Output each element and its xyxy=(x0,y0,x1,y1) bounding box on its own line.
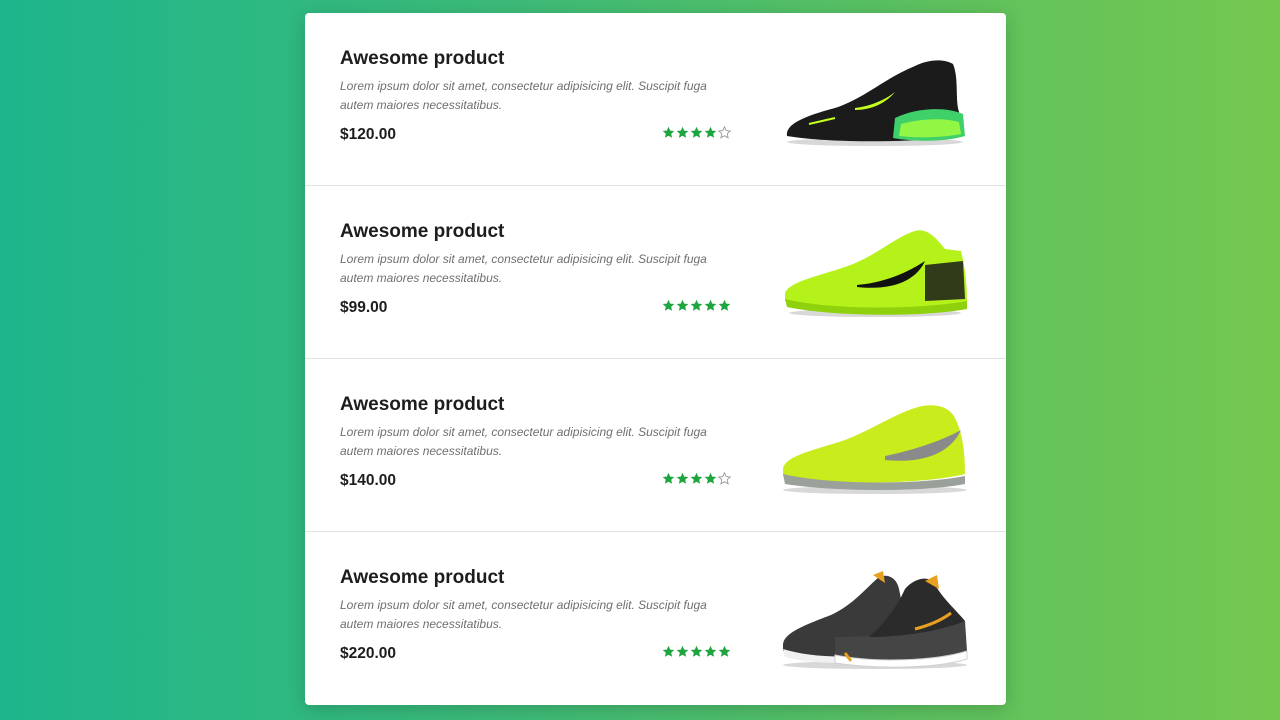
product-item[interactable]: Awesome product Lorem ipsum dolor sit am… xyxy=(305,186,1006,359)
star-filled-icon xyxy=(662,299,675,311)
star-filled-icon xyxy=(690,299,703,311)
star-filled-icon xyxy=(704,299,717,311)
product-price: $140.00 xyxy=(340,472,397,489)
rating-stars xyxy=(662,126,731,139)
star-filled-icon xyxy=(676,299,689,311)
star-filled-icon xyxy=(704,472,717,484)
product-item[interactable]: Awesome product Lorem ipsum dolor sit am… xyxy=(305,359,1006,532)
product-title[interactable]: Awesome product xyxy=(340,567,504,589)
shoe-image[interactable] xyxy=(775,48,975,158)
star-filled-icon xyxy=(676,126,689,138)
star-filled-icon xyxy=(662,126,675,138)
star-filled-icon xyxy=(704,126,717,138)
star-filled-icon xyxy=(718,645,731,657)
star-filled-icon xyxy=(676,472,689,484)
product-list-card: Awesome product Lorem ipsum dolor sit am… xyxy=(305,13,1006,705)
product-description: Lorem ipsum dolor sit amet, consectetur … xyxy=(340,598,707,631)
shoe-image[interactable] xyxy=(775,221,975,331)
rating-stars xyxy=(662,645,731,658)
product-price: $99.00 xyxy=(340,299,388,316)
shoe-image[interactable] xyxy=(775,394,975,504)
star-filled-icon xyxy=(704,645,717,657)
star-filled-icon xyxy=(662,645,675,657)
product-title[interactable]: Awesome product xyxy=(340,48,504,70)
star-filled-icon xyxy=(718,299,731,311)
product-description: Lorem ipsum dolor sit amet, consectetur … xyxy=(340,425,707,458)
product-description: Lorem ipsum dolor sit amet, consectetur … xyxy=(340,79,707,112)
product-price: $120.00 xyxy=(340,126,397,143)
star-filled-icon xyxy=(676,645,689,657)
product-item[interactable]: Awesome product Lorem ipsum dolor sit am… xyxy=(305,13,1006,186)
star-empty-icon xyxy=(718,126,731,139)
star-filled-icon xyxy=(690,645,703,657)
product-price: $220.00 xyxy=(340,645,397,662)
product-title[interactable]: Awesome product xyxy=(340,394,504,416)
product-item[interactable]: Awesome product Lorem ipsum dolor sit am… xyxy=(305,532,1006,705)
rating-stars xyxy=(662,472,731,485)
star-filled-icon xyxy=(662,472,675,484)
shoe-image[interactable] xyxy=(775,567,975,677)
star-empty-icon xyxy=(718,472,731,485)
star-filled-icon xyxy=(690,472,703,484)
product-description: Lorem ipsum dolor sit amet, consectetur … xyxy=(340,252,707,285)
product-title[interactable]: Awesome product xyxy=(340,221,504,243)
star-filled-icon xyxy=(690,126,703,138)
rating-stars xyxy=(662,299,731,312)
